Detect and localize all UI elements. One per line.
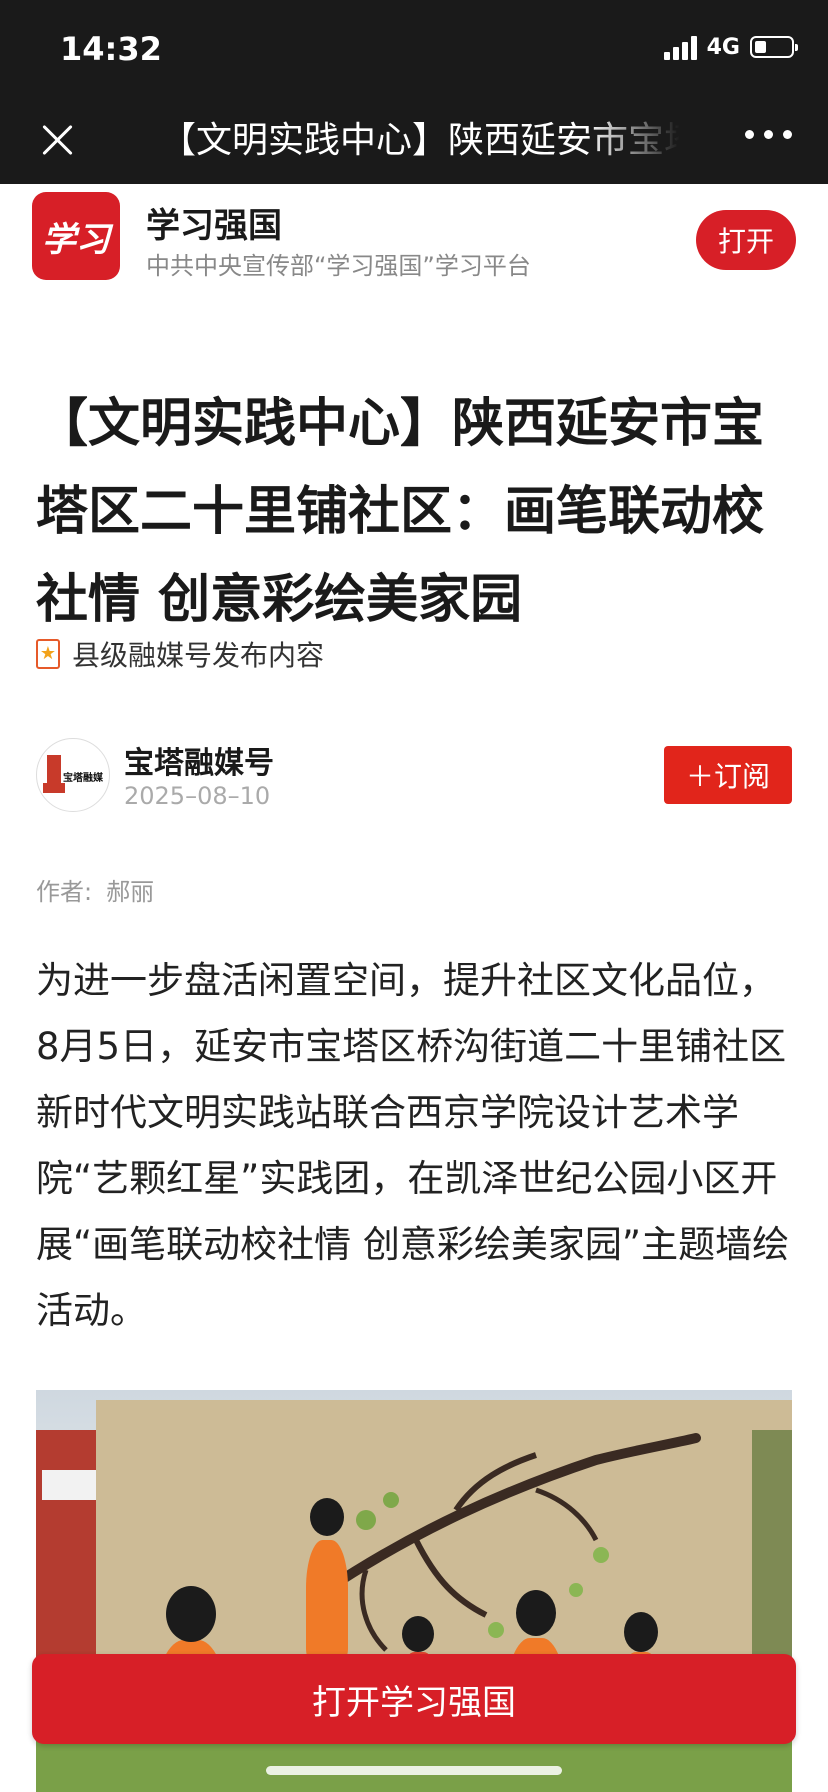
app-download-banner: 学习 学习强国 中共中央宣传部“学习强国”学习平台 打开 [0,184,828,299]
status-indicators: 4G [663,34,798,60]
author-avatar[interactable]: 宝塔融媒 [36,738,110,812]
open-app-button[interactable]: 打开 [696,210,796,270]
home-indicator[interactable] [266,1766,562,1775]
network-label: 4G [706,34,740,60]
app-logo: 学习 [32,192,120,280]
publish-date: 2025–08–10 [124,782,271,810]
signal-icon [663,34,697,60]
status-time: 14:32 [60,30,162,68]
author-name[interactable]: 宝塔融媒号 [124,738,274,782]
byline: 作者: 郝丽 [36,872,154,907]
star-badge-icon: ★ [36,639,60,669]
more-options-icon[interactable] [745,130,792,139]
battery-icon [750,36,798,58]
article-headline: 【文明实践中心】陕西延安市宝塔区二十里铺社区：画笔联动校社情 创意彩绘美家园 [36,394,765,630]
byline-author: 郝丽 [106,878,155,906]
app-name: 学习强国 [146,206,282,246]
author-avatar-text: 宝塔融媒 [63,773,103,784]
source-note: ★ 县级融媒号发布内容 [36,634,324,674]
app-description: 中共中央宣传部“学习强国”学习平台 [146,252,531,280]
top-bar: 14:32 4G 【文明实践中心】陕西延安市宝塔区二十里铺社区：画笔联动校社情 … [0,0,828,184]
article-body: 为进一步盘活闲置空间，提升社区文化品位，8月5日，延安市宝塔区桥沟街道二十里铺社… [36,959,790,1332]
source-note-text: 县级融媒号发布内容 [72,639,325,672]
nav-title: 【文明实践中心】陕西延安市宝塔区二十里铺社区：画笔联动校社情 创意彩绘美家园 [160,120,680,161]
byline-label: 作者: [36,878,93,906]
subscribe-button[interactable]: ＋订阅 [664,746,792,804]
open-xuexi-button[interactable]: 打开学习强国 [32,1654,796,1744]
article: 【文明实践中心】陕西延安市宝塔区二十里铺社区：画笔联动校社情 创意彩绘美家园 ★… [0,298,828,1792]
close-icon[interactable] [36,118,80,162]
